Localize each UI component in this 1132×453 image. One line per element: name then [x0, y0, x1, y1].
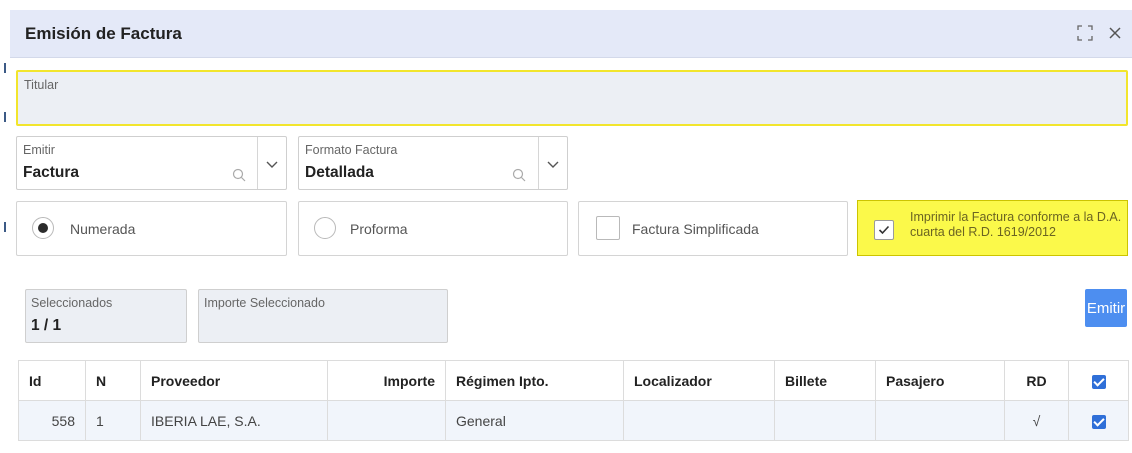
emitir-label: Emitir — [23, 143, 55, 157]
edge-marker — [4, 222, 6, 232]
dialog-header: Emisión de Factura — [10, 10, 1132, 58]
check-icon — [878, 225, 890, 235]
column-header-pasajero[interactable]: Pasajero — [875, 360, 1005, 401]
edge-marker — [4, 63, 6, 73]
cell-billete — [774, 400, 876, 441]
maximize-icon[interactable] — [1074, 22, 1096, 44]
cell-pasajero — [875, 400, 1005, 441]
chevron-down-icon[interactable] — [546, 157, 560, 175]
dropdown-separator — [538, 137, 539, 189]
cell-n: 1 — [85, 400, 141, 441]
formato-value: Detallada — [305, 164, 374, 181]
cell-id: 558 — [18, 400, 86, 441]
titular-field[interactable]: Titular — [16, 70, 1128, 126]
dialog-title: Emisión de Factura — [25, 24, 182, 43]
column-header-importe[interactable]: Importe — [327, 360, 446, 401]
formato-label: Formato Factura — [305, 143, 398, 157]
invoice-table: Id N Proveedor Importe Régimen Ipto. Loc… — [18, 360, 1129, 441]
chevron-down-icon[interactable] — [265, 157, 279, 175]
factura-simplificada-label: Factura Simplificada — [632, 221, 759, 237]
emitir-value: Factura — [23, 164, 79, 181]
formato-factura-select[interactable]: Formato Factura Detallada — [298, 136, 568, 190]
cell-proveedor: IBERIA LAE, S.A. — [140, 400, 328, 441]
option-numerada[interactable]: Numerada — [16, 201, 287, 256]
column-header-localizador[interactable]: Localizador — [623, 360, 775, 401]
seleccionados-field: Seleccionados 1 / 1 — [25, 289, 187, 343]
importe-seleccionado-field: Importe Seleccionado — [198, 289, 448, 343]
option-imprimir-factura[interactable]: Imprimir la Factura conforme a la D.A. c… — [857, 200, 1128, 256]
column-header-n[interactable]: N — [85, 360, 141, 401]
seleccionados-value: 1 / 1 — [31, 317, 62, 334]
column-header-proveedor[interactable]: Proveedor — [140, 360, 328, 401]
close-icon[interactable] — [1104, 22, 1126, 44]
dropdown-separator — [257, 137, 258, 189]
proforma-label: Proforma — [350, 221, 408, 237]
option-proforma[interactable]: Proforma — [298, 201, 568, 256]
titular-label: Titular — [24, 78, 59, 92]
row-select-cell[interactable] — [1068, 400, 1129, 441]
table-row[interactable]: 558 1 IBERIA LAE, S.A. General √ — [18, 400, 1129, 441]
search-icon[interactable] — [512, 168, 526, 187]
emitir-select[interactable]: Emitir Factura — [16, 136, 287, 190]
select-all-checkbox[interactable] — [1091, 374, 1106, 389]
numerada-label: Numerada — [70, 221, 136, 237]
checkbox-factura-simplificada[interactable] — [596, 216, 620, 240]
importe-seleccionado-label: Importe Seleccionado — [204, 296, 325, 310]
edge-marker — [4, 112, 6, 122]
checkbox-imprimir-factura[interactable] — [874, 220, 894, 240]
search-icon[interactable] — [232, 168, 246, 187]
column-header-id[interactable]: Id — [18, 360, 86, 401]
cell-importe — [327, 400, 446, 441]
option-factura-simplificada[interactable]: Factura Simplificada — [578, 201, 848, 256]
seleccionados-label: Seleccionados — [31, 296, 113, 310]
radio-numerada[interactable] — [32, 217, 54, 239]
cell-localizador — [623, 400, 775, 441]
column-header-billete[interactable]: Billete — [774, 360, 876, 401]
column-header-rd[interactable]: RD — [1004, 360, 1069, 401]
cell-regimen: General — [445, 400, 624, 441]
row-checkbox[interactable] — [1091, 414, 1106, 429]
cell-rd: √ — [1004, 400, 1069, 441]
imprimir-factura-label: Imprimir la Factura conforme a la D.A. c… — [910, 210, 1122, 239]
column-header-regimen[interactable]: Régimen Ipto. — [445, 360, 624, 401]
radio-proforma[interactable] — [314, 217, 336, 239]
table-header-row: Id N Proveedor Importe Régimen Ipto. Loc… — [18, 360, 1129, 401]
emitir-button[interactable]: Emitir — [1085, 289, 1127, 327]
select-all-cell[interactable] — [1068, 360, 1129, 401]
